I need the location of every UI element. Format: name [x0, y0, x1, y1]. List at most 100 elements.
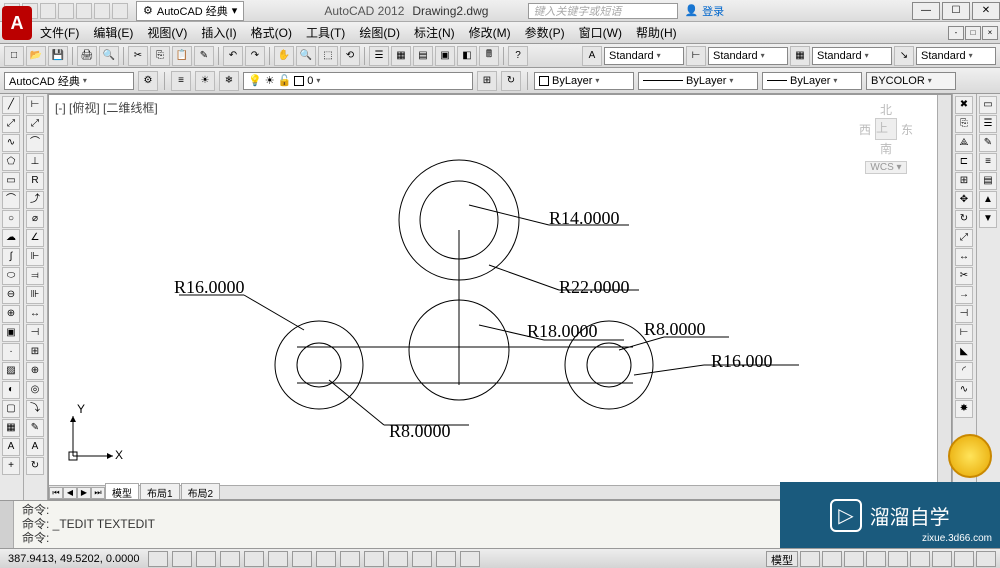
tab-first-button[interactable]: ⏮: [49, 487, 63, 499]
break-tool[interactable]: ⊣: [955, 305, 973, 323]
markupset-button[interactable]: ◧: [457, 46, 477, 66]
layer-match-button[interactable]: ⊞: [477, 71, 497, 91]
arc-tool[interactable]: ⌒: [2, 191, 20, 209]
line-tool[interactable]: ╱: [2, 96, 20, 114]
open-button[interactable]: 📂: [26, 46, 46, 66]
quick-view-drawings[interactable]: [822, 551, 842, 567]
viewcube-west[interactable]: 西: [859, 121, 871, 138]
vertical-scrollbar[interactable]: [937, 95, 951, 485]
menu-window[interactable]: 窗口(W): [573, 22, 628, 43]
join-tool[interactable]: ⊢: [955, 324, 973, 342]
command-input[interactable]: [53, 531, 353, 545]
menu-dim[interactable]: 标注(N): [408, 22, 461, 43]
menu-file[interactable]: 文件(F): [34, 22, 85, 43]
paste-button[interactable]: 📋: [172, 46, 192, 66]
designcenter-button[interactable]: ▦: [391, 46, 411, 66]
menu-param[interactable]: 参数(P): [519, 22, 571, 43]
otrack-toggle[interactable]: [292, 551, 312, 567]
sc-toggle[interactable]: [436, 551, 456, 567]
toolpalettes-button[interactable]: ▤: [413, 46, 433, 66]
doc-restore-button[interactable]: □: [965, 26, 981, 40]
lineweight-dropdown[interactable]: ByLayer▾: [762, 72, 862, 90]
workspace-settings-button[interactable]: ⚙: [138, 71, 158, 91]
clean-screen[interactable]: [976, 551, 996, 567]
print-icon[interactable]: [76, 3, 92, 19]
save-icon[interactable]: [40, 3, 56, 19]
person-icon[interactable]: 👤: [684, 4, 698, 17]
doc-close-button[interactable]: ×: [982, 26, 998, 40]
quickcalc-button[interactable]: 🖩: [479, 46, 499, 66]
viewcube-east[interactable]: 东: [901, 121, 913, 138]
ducs-toggle[interactable]: [316, 551, 336, 567]
cmdline-handle[interactable]: [0, 501, 14, 548]
dim-arc-tool[interactable]: ⌒: [26, 134, 44, 152]
qp-toggle[interactable]: [412, 551, 432, 567]
zoom-window-button[interactable]: ⬚: [318, 46, 338, 66]
dim-style-dropdown[interactable]: Standard▾: [708, 47, 788, 65]
dim-jog-tool[interactable]: ⤵: [26, 400, 44, 418]
dim-ordinate-tool[interactable]: ⊥: [26, 153, 44, 171]
linetype-dropdown[interactable]: ByLayer▾: [638, 72, 758, 90]
dim-angular-tool[interactable]: ∠: [26, 229, 44, 247]
revcloud-tool[interactable]: ☁: [2, 229, 20, 247]
layer-freeze-button[interactable]: ❄: [219, 71, 239, 91]
back-tool[interactable]: ▼: [979, 210, 997, 228]
layer-state-button[interactable]: ☀: [195, 71, 215, 91]
stretch-tool[interactable]: ↔: [955, 248, 973, 266]
cut-button[interactable]: ✂: [128, 46, 148, 66]
model-paper-toggle[interactable]: 模型: [766, 551, 798, 567]
saveas-icon[interactable]: [58, 3, 74, 19]
redo-button[interactable]: ↷: [245, 46, 265, 66]
lwt-toggle[interactable]: [364, 551, 384, 567]
tab-layout2[interactable]: 布局2: [181, 483, 221, 500]
viewcube-north[interactable]: 北: [880, 101, 892, 118]
text-style-dropdown[interactable]: Standard▾: [604, 47, 684, 65]
menu-edit[interactable]: 编辑(E): [87, 22, 139, 43]
scale-tool[interactable]: ⤢: [955, 229, 973, 247]
doc-minimize-button[interactable]: -: [948, 26, 964, 40]
dim-baseline-tool[interactable]: ⫤: [26, 267, 44, 285]
gradient-tool[interactable]: ◐: [2, 381, 20, 399]
layer-prop-button[interactable]: ≡: [171, 71, 191, 91]
fillet-tool[interactable]: ◜: [955, 362, 973, 380]
ellipse-tool[interactable]: ⬭: [2, 267, 20, 285]
polar-toggle[interactable]: [220, 551, 240, 567]
center-tool[interactable]: ⊕: [26, 362, 44, 380]
dim-edit-tool[interactable]: ✎: [26, 419, 44, 437]
login-link[interactable]: 登录: [702, 3, 724, 19]
zoom-prev-button[interactable]: ⟲: [340, 46, 360, 66]
drawing-canvas[interactable]: [-] [俯视] [二维线框]: [48, 94, 952, 500]
mirror-tool[interactable]: ⟁: [955, 134, 973, 152]
workspace-combo[interactable]: AutoCAD 经典▾: [4, 72, 134, 90]
extend-tool[interactable]: →: [955, 286, 973, 304]
ortho-toggle[interactable]: [196, 551, 216, 567]
dim-space-tool[interactable]: ↔: [26, 305, 44, 323]
ellipse-arc-tool[interactable]: ⊖: [2, 286, 20, 304]
viewcube-top-face[interactable]: 上: [875, 118, 897, 140]
move-tool[interactable]: ✥: [955, 191, 973, 209]
layer-dropdown[interactable]: 💡 ☀ 🔓 0 ▾: [243, 72, 473, 90]
menu-help[interactable]: 帮助(H): [630, 22, 683, 43]
region-tool[interactable]: ▢: [2, 400, 20, 418]
help-search-input[interactable]: 键入关键字或短语: [528, 3, 678, 19]
isolate-objects[interactable]: [954, 551, 974, 567]
layers-tool[interactable]: ≡: [979, 153, 997, 171]
hardware-accel[interactable]: [932, 551, 952, 567]
rotate-tool[interactable]: ↻: [955, 210, 973, 228]
help-button[interactable]: ?: [508, 46, 528, 66]
coordinates-display[interactable]: 387.9413, 49.5202, 0.0000: [4, 553, 144, 565]
tolerance-tool[interactable]: ⊞: [26, 343, 44, 361]
inspect-tool[interactable]: ◎: [26, 381, 44, 399]
preview-button[interactable]: 🔍: [99, 46, 119, 66]
tab-prev-button[interactable]: ◀: [63, 487, 77, 499]
redo-icon[interactable]: [112, 3, 128, 19]
save-button[interactable]: 💾: [48, 46, 68, 66]
addsel-tool[interactable]: +: [2, 457, 20, 475]
undo-button[interactable]: ↶: [223, 46, 243, 66]
zoom-button[interactable]: 🔍: [296, 46, 316, 66]
spline-tool[interactable]: ∫: [2, 248, 20, 266]
annotation-scale[interactable]: [844, 551, 864, 567]
toolbar-lock[interactable]: [910, 551, 930, 567]
viewport-label[interactable]: [-] [俯视] [二维线框]: [55, 99, 158, 116]
blend-tool[interactable]: ∿: [955, 381, 973, 399]
